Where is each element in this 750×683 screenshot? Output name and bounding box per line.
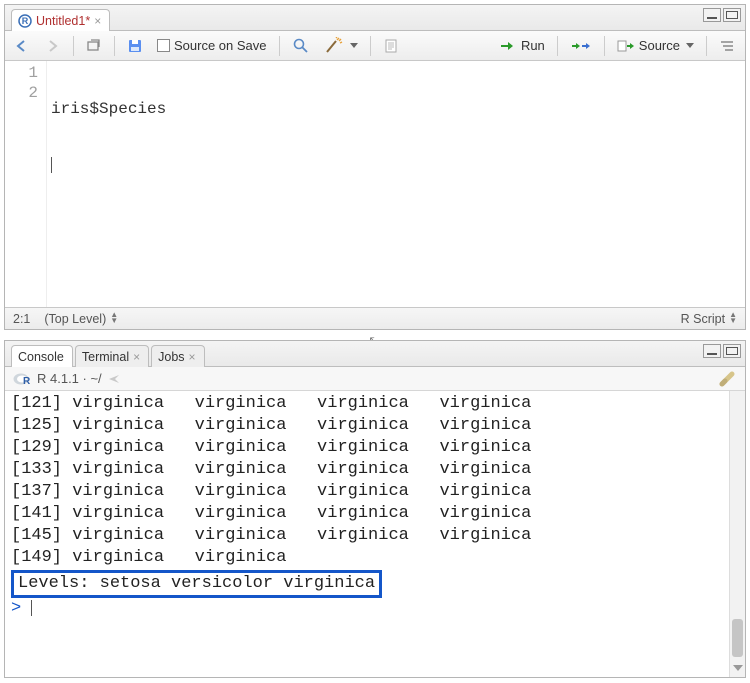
console-info-text: R 4.1.1 · ~/ bbox=[37, 371, 102, 386]
terminal-tab[interactable]: Terminal × bbox=[75, 345, 149, 367]
cursor-position: 2:1 bbox=[13, 312, 30, 326]
code-tools-button[interactable] bbox=[320, 35, 362, 57]
maximize-pane-button[interactable] bbox=[723, 344, 741, 358]
tab-label: Console bbox=[18, 350, 64, 364]
levels-highlight: Levels: setosa versicolor virginica bbox=[11, 570, 382, 598]
r-logo-icon: R bbox=[13, 371, 31, 387]
source-on-save-label: Source on Save bbox=[174, 38, 267, 53]
chevron-down-icon bbox=[350, 43, 358, 48]
run-label: Run bbox=[521, 38, 545, 53]
window-controls bbox=[703, 8, 741, 22]
forward-button[interactable] bbox=[41, 37, 65, 55]
close-tab-icon[interactable]: × bbox=[133, 350, 140, 364]
line-gutter: 1 2 bbox=[5, 61, 47, 307]
compile-report-button[interactable] bbox=[379, 36, 403, 56]
line-number: 2 bbox=[5, 83, 38, 103]
svg-text:R: R bbox=[22, 16, 29, 26]
show-in-new-window-button[interactable] bbox=[82, 37, 106, 55]
console-pane: Console Terminal × Jobs × R R 4.1.1 · ~/… bbox=[4, 340, 746, 678]
console-output-wrap: [121] virginica virginica virginica virg… bbox=[5, 391, 745, 677]
console-infobar: R R 4.1.1 · ~/ bbox=[5, 367, 745, 391]
svg-text:R: R bbox=[23, 376, 31, 387]
rerun-button[interactable] bbox=[566, 37, 596, 55]
source-label: Source bbox=[639, 38, 680, 53]
tab-label: Terminal bbox=[82, 350, 129, 364]
send-icon[interactable] bbox=[108, 373, 122, 385]
checkbox-icon bbox=[157, 39, 170, 52]
scrollbar-thumb[interactable] bbox=[732, 619, 743, 657]
console-output[interactable]: [121] virginica virginica virginica virg… bbox=[5, 391, 729, 677]
language-selector[interactable]: R Script ▲▼ bbox=[681, 312, 737, 326]
close-tab-icon[interactable]: × bbox=[94, 14, 101, 28]
scope-label: (Top Level) bbox=[44, 312, 106, 326]
code-line bbox=[51, 155, 741, 175]
updown-icon: ▲▼ bbox=[110, 312, 118, 324]
source-button[interactable]: Source bbox=[613, 36, 698, 55]
console-prompt[interactable]: > bbox=[11, 599, 31, 618]
updown-icon: ▲▼ bbox=[729, 312, 737, 324]
source-tabbar: R Untitled1* × bbox=[5, 5, 745, 31]
save-button[interactable] bbox=[123, 36, 147, 56]
source-pane: R Untitled1* × Source on Save Run Source bbox=[4, 4, 746, 330]
tab-title: Untitled1 bbox=[36, 14, 85, 28]
r-file-icon: R bbox=[18, 14, 32, 28]
console-tabbar: Console Terminal × Jobs × bbox=[5, 341, 745, 367]
maximize-pane-button[interactable] bbox=[723, 8, 741, 22]
find-button[interactable] bbox=[288, 35, 314, 57]
clear-console-button[interactable] bbox=[719, 371, 737, 387]
code-line: iris$Species bbox=[51, 99, 741, 119]
line-number: 1 bbox=[5, 63, 38, 83]
window-controls bbox=[703, 344, 741, 358]
code-area[interactable]: iris$Species bbox=[47, 61, 745, 307]
source-on-save-checkbox[interactable]: Source on Save bbox=[153, 36, 271, 55]
dirty-marker: * bbox=[85, 14, 90, 28]
back-button[interactable] bbox=[11, 37, 35, 55]
tab-label: Jobs bbox=[158, 350, 184, 364]
run-button[interactable]: Run bbox=[495, 36, 549, 55]
console-tab[interactable]: Console bbox=[11, 345, 73, 367]
outline-button[interactable] bbox=[715, 37, 739, 55]
jobs-tab[interactable]: Jobs × bbox=[151, 345, 204, 367]
chevron-down-icon bbox=[686, 43, 694, 48]
scope-selector[interactable]: (Top Level) ▲▼ bbox=[44, 312, 118, 326]
source-statusbar: 2:1 (Top Level) ▲▼ R Script ▲▼ bbox=[5, 307, 745, 329]
vertical-scrollbar[interactable] bbox=[729, 391, 745, 677]
cursor bbox=[51, 157, 52, 173]
language-label: R Script bbox=[681, 312, 725, 326]
close-tab-icon[interactable]: × bbox=[189, 350, 196, 364]
minimize-pane-button[interactable] bbox=[703, 8, 721, 22]
scroll-down-arrow-icon[interactable] bbox=[730, 661, 745, 675]
source-tab[interactable]: R Untitled1* × bbox=[11, 9, 110, 31]
minimize-pane-button[interactable] bbox=[703, 344, 721, 358]
source-toolbar: Source on Save Run Source bbox=[5, 31, 745, 61]
code-editor[interactable]: 1 2 iris$Species bbox=[5, 61, 745, 307]
